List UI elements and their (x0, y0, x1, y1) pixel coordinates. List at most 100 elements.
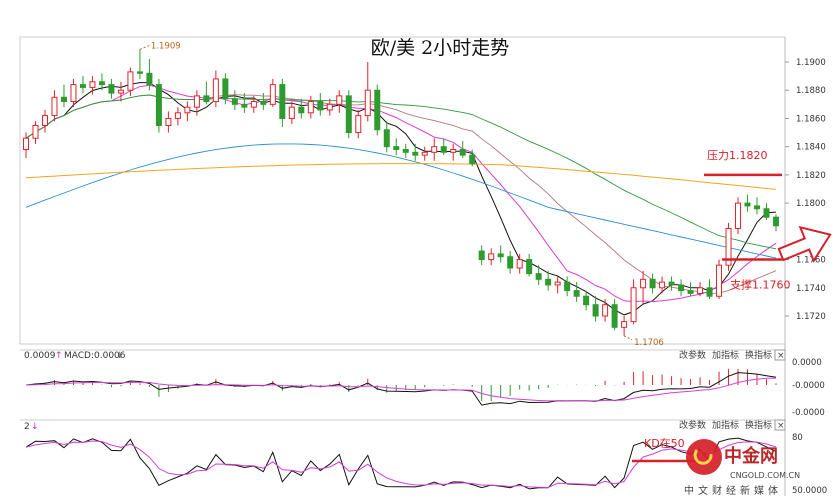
candle-body (174, 112, 181, 119)
candle-body (269, 84, 276, 105)
candle-body (260, 101, 267, 105)
ma-line-20 (25, 94, 777, 295)
candle-body (659, 281, 666, 289)
candle-body (450, 148, 457, 153)
switch-indicator-button[interactable]: 换指标 (745, 349, 772, 361)
candle-body (117, 89, 124, 94)
candle-body (469, 154, 476, 165)
macd-indicator (25, 369, 777, 406)
candle-body (459, 148, 466, 156)
macd-down-arrow-icon: ↓ (116, 351, 124, 361)
price-axis: 1.1900 1.1880 1.1860 1.1840 1.1820 1.1800 1.17… (785, 58, 826, 322)
candle-body (611, 304, 618, 328)
price-tick-label: 1.1860 (796, 114, 826, 124)
candle-body (706, 287, 713, 297)
high-label: 1.1909 (151, 41, 181, 51)
candle-body (716, 264, 723, 297)
macd-tick-label: 0.0000 (792, 358, 822, 368)
macd-tick-label: -0.0000 (792, 381, 825, 391)
candle-body (336, 95, 343, 105)
logo-text-cn: 中金网 (724, 445, 778, 467)
kd-tick-label: 80 (792, 433, 803, 443)
ma-line-medium (25, 84, 777, 303)
candle-body (573, 290, 580, 297)
kd-change-params-button[interactable]: 改参数 (679, 419, 706, 431)
price-tick-label: 1.1800 (796, 199, 826, 209)
kd-header: 2 ↓ (24, 422, 39, 432)
forex-chart: 欧/美 2小时走势 1.1900 1.1880 1.1860 1.1840 1.1820… (19, 36, 832, 497)
candle-body (108, 84, 115, 94)
price-tick-label: 1.1900 (796, 58, 826, 68)
cngold-logo: 中金网 CNGOLD.COM.CN 中文财经新媒体 (684, 439, 800, 497)
candle-body (687, 290, 694, 294)
kd-switch-indicator-button[interactable]: 换指标 (745, 419, 772, 431)
candle-body (79, 84, 86, 88)
candle-body (592, 304, 599, 317)
candle-body (697, 287, 704, 294)
candle-body (345, 95, 352, 134)
ma-line-short (25, 82, 777, 316)
kd-close-icon[interactable]: × (777, 421, 785, 431)
candle-body (754, 205, 761, 210)
candle-body (744, 202, 751, 207)
candle-body (507, 256, 514, 269)
candle-body (554, 281, 561, 286)
candle-body (60, 96, 67, 103)
candle-body (516, 259, 523, 269)
candles (23, 49, 779, 336)
close-icon[interactable]: × (777, 351, 785, 361)
low-annotation: 1.1706 (623, 335, 664, 348)
kd-down-arrow-icon: ↓ (31, 422, 39, 432)
macd-header: 0.0009 ↑ MACD:0.0006 ↓ (24, 351, 126, 361)
kd-axis: 80 50.0000 (792, 433, 827, 496)
candle-body (89, 81, 96, 88)
candle-body (497, 253, 504, 258)
chart-title: 欧/美 2小时走势 (371, 37, 510, 59)
add-indicator-button[interactable]: 加指标 (712, 349, 739, 361)
candle-body (193, 95, 200, 108)
candle-body (279, 84, 286, 119)
candle-body (564, 281, 571, 292)
candle-body (146, 72, 153, 86)
candle-body (127, 71, 134, 91)
moving-averages (25, 82, 777, 316)
change-params-button[interactable]: 改参数 (679, 349, 706, 361)
candle-body (583, 295, 590, 306)
price-tick-label: 1.1720 (796, 312, 826, 322)
candle-body (412, 151, 419, 156)
candle-body (668, 281, 675, 286)
candle-body (51, 96, 58, 117)
candle-body (41, 115, 48, 127)
price-tick-label: 1.1740 (796, 284, 826, 294)
logo-text-en: CNGOLD.COM.CN (730, 471, 800, 480)
ma-line-long (25, 94, 777, 250)
price-tick-label: 1.1760 (796, 256, 826, 266)
candle-body (402, 148, 409, 153)
candle-body (241, 103, 248, 108)
kd-toolbar: 改参数 加指标 换指标 × (679, 419, 786, 431)
macd-toolbar: 改参数 加指标 换指标 × (679, 349, 786, 361)
candle-body (212, 78, 219, 103)
candle-body (364, 89, 371, 117)
candle-body (23, 137, 29, 150)
kd-value-label: 2 (24, 422, 30, 432)
candle-body (383, 129, 390, 148)
candle-body (393, 146, 400, 150)
support-level: 支撑1.1760 (722, 258, 791, 292)
candle-body (222, 78, 229, 100)
price-tick-label: 1.1880 (796, 86, 826, 96)
candle-body (231, 98, 238, 105)
candle-body (165, 117, 172, 126)
candle-body (317, 101, 324, 111)
low-label: 1.1706 (634, 338, 664, 348)
candle-body (250, 101, 257, 108)
candle-body (355, 115, 362, 134)
candle-body (640, 278, 647, 289)
kd-add-indicator-button[interactable]: 加指标 (712, 419, 739, 431)
kd-note: KD在50 (644, 437, 685, 450)
candle-body (98, 81, 105, 86)
support-label: 支撑1.1760 (730, 278, 791, 292)
candle-body (307, 101, 314, 114)
candle-body (763, 208, 770, 218)
candle-body (184, 106, 191, 114)
